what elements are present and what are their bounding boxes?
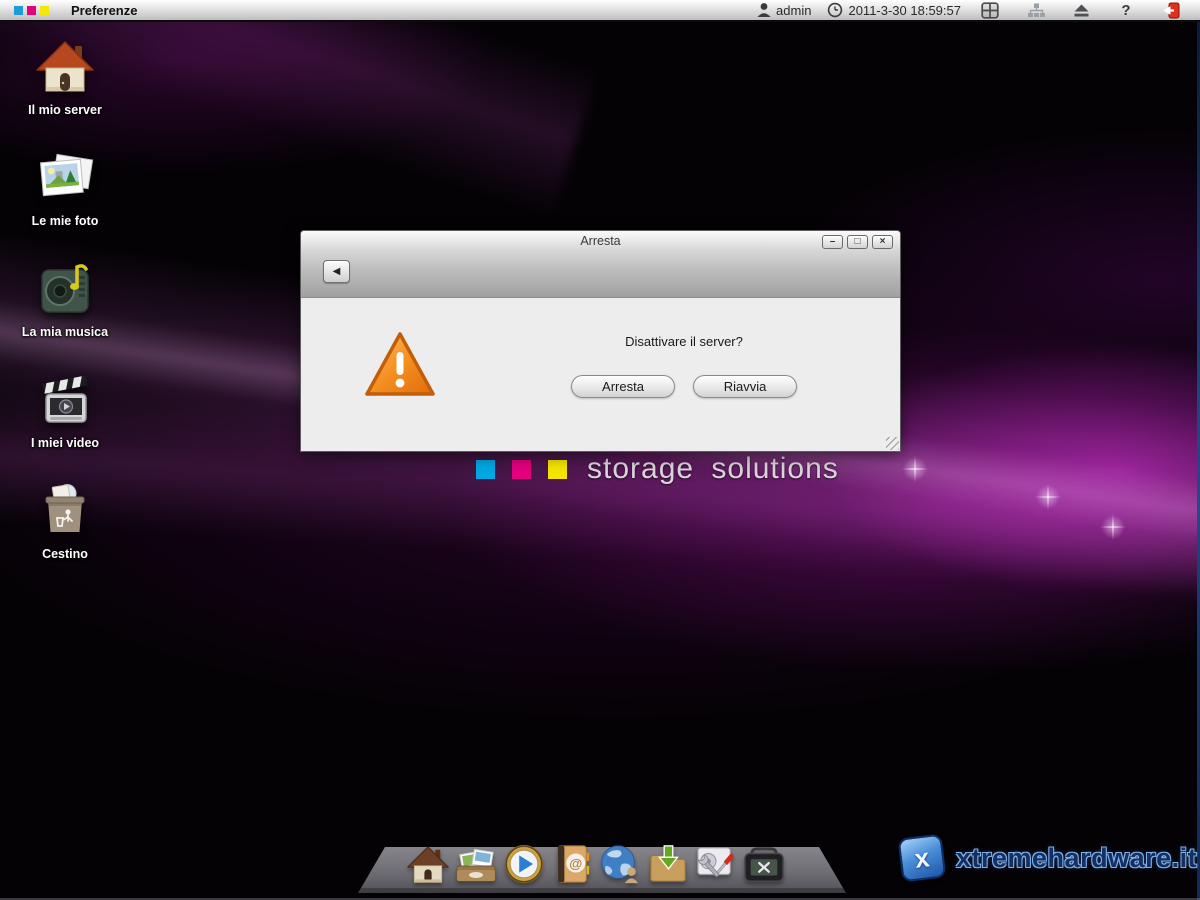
logout-button[interactable]	[1158, 1, 1184, 19]
logo-square-blue	[14, 6, 23, 15]
dock-web-globe-icon[interactable]	[596, 839, 644, 885]
xtremehardware-watermark: x xtremehardware.it	[900, 836, 1197, 880]
dock: @	[404, 839, 788, 885]
close-button[interactable]: ×	[872, 235, 893, 249]
desktop-item-my-videos[interactable]: I miei video	[8, 367, 122, 450]
username-label: admin	[776, 3, 811, 18]
network-icon	[1027, 2, 1046, 18]
dock-home-icon[interactable]	[404, 839, 452, 885]
desktop-item-label: Le mie foto	[32, 214, 99, 228]
grid-icon	[981, 2, 999, 19]
svg-text:@: @	[569, 856, 582, 871]
xtremehardware-logo-icon: x	[897, 833, 946, 882]
dock-download-folder-icon[interactable]	[644, 839, 692, 885]
back-arrow-icon: ◀	[333, 266, 341, 277]
logo-letter: x	[913, 842, 931, 875]
brand-square-yellow	[548, 460, 567, 479]
restart-button[interactable]: Riavvia	[693, 375, 797, 398]
user-icon	[757, 2, 771, 18]
dialog-message: Disattivare il server?	[504, 334, 864, 349]
dock-address-book-icon[interactable]: @	[548, 839, 596, 885]
apps-grid-button[interactable]	[977, 1, 1003, 19]
home-icon	[36, 34, 94, 94]
brand-logo-icon	[14, 6, 49, 15]
eject-button[interactable]	[1068, 1, 1094, 19]
shutdown-dialog-window: Arresta – □ × ◀	[300, 230, 901, 452]
desktop-item-label: I miei video	[31, 436, 99, 450]
logo-square-magenta	[27, 6, 36, 15]
network-button[interactable]	[1023, 1, 1049, 19]
brand-wordmark: storage solutions	[587, 452, 839, 486]
music-icon	[37, 256, 93, 316]
brand-square-cyan	[476, 460, 495, 479]
desktop-item-my-photos[interactable]: Le mie foto	[8, 145, 122, 228]
dock-photos-icon[interactable]	[452, 839, 500, 885]
dock-media-player-icon[interactable]	[500, 839, 548, 885]
desktop-icon-list: Il mio server Le mie foto	[8, 34, 122, 589]
datetime-label: 2011-3-30 18:59:57	[848, 3, 961, 18]
desktop-item-label: Cestino	[42, 547, 88, 561]
dialog-buttons: Arresta Riavvia	[504, 375, 864, 398]
dialog-header[interactable]: Arresta – □ × ◀	[301, 231, 900, 298]
resize-grip[interactable]	[886, 437, 899, 450]
warning-icon	[363, 328, 437, 409]
brand-square-magenta	[512, 460, 531, 479]
photos-icon	[36, 145, 94, 205]
logo-square-yellow	[40, 6, 49, 15]
desktop-item-label: La mia musica	[22, 325, 108, 339]
desktop-item-trash[interactable]: Cestino	[8, 478, 122, 561]
help-button[interactable]: ?	[1113, 1, 1139, 19]
user-indicator[interactable]: admin	[757, 2, 811, 18]
window-controls: – □ ×	[822, 235, 893, 249]
clock-indicator: 2011-3-30 18:59:57	[827, 2, 961, 18]
shutdown-button[interactable]: Arresta	[571, 375, 675, 398]
dialog-content: Disattivare il server? Arresta Riavvia	[504, 334, 864, 398]
dialog-body: Disattivare il server? Arresta Riavvia	[301, 298, 900, 451]
videos-icon	[36, 367, 94, 427]
maximize-button[interactable]: □	[847, 235, 868, 249]
eject-icon	[1073, 3, 1090, 18]
minimize-button[interactable]: –	[822, 235, 843, 249]
dock-disk-utility-icon[interactable]	[692, 839, 740, 885]
desktop-item-my-server[interactable]: Il mio server	[8, 34, 122, 117]
help-icon: ?	[1121, 2, 1130, 19]
dialog-title: Arresta	[301, 234, 900, 248]
trash-icon	[37, 478, 93, 538]
dock-toolbox-icon[interactable]	[740, 839, 788, 885]
menubar: Preferenze admin 2011-3-30 18:59:57	[0, 0, 1200, 22]
back-button[interactable]: ◀	[323, 260, 350, 283]
storage-solutions-branding: storage solutions	[476, 452, 839, 486]
menubar-left: Preferenze	[0, 3, 137, 18]
watermark-text: xtremehardware.it	[956, 843, 1197, 874]
desktop-item-label: Il mio server	[28, 103, 102, 117]
clock-icon	[827, 2, 843, 18]
logout-icon	[1162, 2, 1180, 19]
menubar-right: admin 2011-3-30 18:59:57	[757, 1, 1200, 19]
desktop-item-my-music[interactable]: La mia musica	[8, 256, 122, 339]
menu-preferences[interactable]: Preferenze	[71, 3, 137, 18]
